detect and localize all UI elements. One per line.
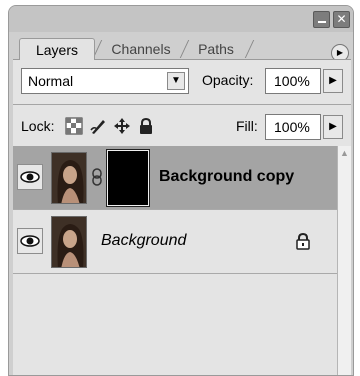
- panel-titlebar: ✕: [9, 6, 353, 32]
- layers-panel: ✕ Layers Channels Paths ▶ Normal ▼ Opaci…: [8, 5, 354, 376]
- minimize-icon[interactable]: [313, 11, 330, 28]
- fill-slider-arrow-icon[interactable]: ▶: [323, 115, 343, 139]
- layer-name[interactable]: Background copy: [159, 168, 294, 186]
- eye-icon[interactable]: [17, 228, 43, 254]
- close-icon[interactable]: ✕: [333, 11, 350, 28]
- link-chain-icon[interactable]: [91, 168, 103, 186]
- layer-row-background[interactable]: Background: [13, 210, 337, 274]
- layer-thumbnail[interactable]: [51, 216, 87, 268]
- layer-mask-thumbnail[interactable]: [106, 149, 150, 207]
- eye-icon[interactable]: [17, 164, 43, 190]
- panel-tabs: Layers Channels Paths ▶: [9, 34, 353, 62]
- vertical-scrollbar[interactable]: ▲: [337, 146, 351, 375]
- layer-name[interactable]: Background: [101, 232, 186, 250]
- lock-transparent-pixels-icon[interactable]: [65, 117, 83, 135]
- divider: [13, 104, 351, 105]
- blend-opacity-row: Normal ▼ Opacity: 100% ▶: [21, 68, 343, 94]
- lock-fill-row: Lock: Fill: 100% ▶: [21, 114, 343, 140]
- lock-image-pixels-icon[interactable]: [89, 117, 107, 135]
- fill-label: Fill:: [236, 118, 258, 134]
- layer-row-background-copy[interactable]: Background copy: [13, 146, 337, 210]
- opacity-label: Opacity:: [202, 72, 254, 88]
- fill-field[interactable]: 100%: [265, 114, 321, 140]
- layers-list: Background copy Background: [13, 146, 337, 375]
- tab-paths[interactable]: Paths: [185, 38, 247, 60]
- blend-mode-select[interactable]: Normal ▼: [21, 68, 189, 94]
- layer-thumbnail[interactable]: [51, 152, 87, 204]
- chevron-down-icon[interactable]: ▼: [167, 72, 185, 90]
- lock-label: Lock:: [21, 118, 55, 134]
- opacity-slider-arrow-icon[interactable]: ▶: [323, 69, 343, 93]
- padlock-icon: [296, 232, 310, 250]
- lock-all-icon[interactable]: [137, 117, 155, 135]
- opacity-field[interactable]: 100%: [265, 68, 321, 94]
- lock-position-icon[interactable]: [113, 117, 131, 135]
- scroll-up-icon[interactable]: ▲: [338, 146, 351, 160]
- tab-layers[interactable]: Layers: [19, 38, 95, 60]
- blend-mode-value: Normal: [28, 73, 74, 89]
- tab-channels[interactable]: Channels: [99, 38, 183, 60]
- panel-body: Normal ▼ Opacity: 100% ▶ Lock: Fill: 100…: [13, 59, 351, 375]
